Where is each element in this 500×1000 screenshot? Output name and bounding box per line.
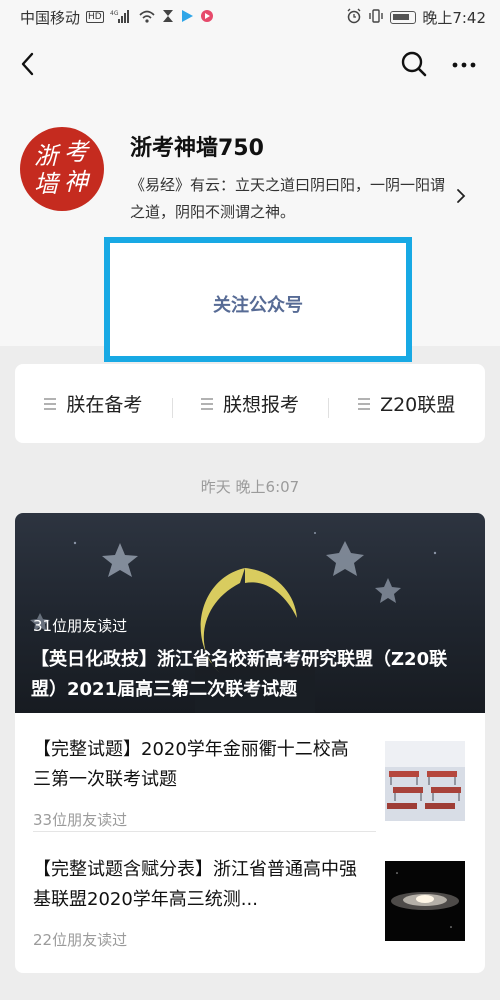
menu-item-apply[interactable]: 朕想报考	[171, 390, 329, 418]
account-profile: 浙 考 墙 神 浙考神墙750 《易经》有云：立天之道曰阴曰阳，一阴一阳谓之道，…	[0, 94, 500, 362]
vibrate-icon	[368, 8, 384, 27]
article-thumbnail	[385, 741, 465, 821]
menu-item-z20[interactable]: Z20联盟	[328, 390, 485, 418]
main-article-title: 【英日化政技】浙江省名校新高考研究联盟（Z20联盟）2021届高三第二次联考试题	[31, 649, 448, 700]
menu-item-label: 朕在备考	[66, 394, 143, 416]
chevron-left-icon[interactable]	[14, 48, 46, 80]
nav-bar	[0, 34, 500, 94]
menu-list-icon	[201, 395, 213, 413]
alarm-icon	[346, 8, 362, 27]
article-reads: 33位朋友读过	[33, 811, 128, 829]
search-icon[interactable]	[398, 48, 430, 80]
menu-item-label: 朕想报考	[223, 394, 300, 416]
status-right: 晚上7:42	[346, 7, 486, 28]
account-menu: 朕在备考 朕想报考 Z20联盟	[15, 364, 485, 443]
hd-badge: HD	[86, 11, 104, 23]
article-title: 【完整试题】2020学年金丽衢十二校高三第一次联考试题	[33, 739, 349, 790]
svg-text:4G: 4G	[110, 10, 119, 17]
article-reads: 22位朋友读过	[33, 931, 128, 949]
avatar-char: 墙	[34, 170, 58, 198]
menu-list-icon	[44, 395, 57, 413]
menu-item-preparing[interactable]: 朕在备考	[15, 390, 172, 417]
account-name: 浙考神墙750	[130, 136, 264, 161]
main-article-reads: 31位朋友读过	[33, 617, 128, 635]
menu-item-label: Z20联盟	[380, 394, 456, 416]
battery-icon	[390, 10, 417, 24]
highlight-notch	[122, 237, 382, 243]
hourglass-icon	[162, 9, 174, 26]
status-left: 中国移动 HD 4G	[20, 7, 214, 28]
status-bar: 中国移动 HD 4G 晚上7:42	[0, 0, 500, 34]
carrier-label: 中国移动	[20, 8, 81, 27]
article-thumbnail	[385, 861, 465, 941]
avatar[interactable]: 浙 考 墙 神	[20, 127, 104, 211]
message-timestamp: 昨天 晚上6:07	[200, 478, 300, 496]
chevron-right-icon[interactable]	[454, 186, 468, 206]
list-item[interactable]: 【完整试题含赋分表】浙江省普通高中强基联盟2020学年高三统测... 22位朋友…	[33, 855, 467, 965]
clock-label: 晚上7:42	[422, 8, 486, 27]
list-item[interactable]: 【完整试题】2020学年金丽衢十二校高三第一次联考试题 33位朋友读过	[33, 735, 467, 845]
more-icon[interactable]	[448, 48, 480, 80]
avatar-char: 浙	[34, 142, 58, 170]
article-title: 【完整试题含赋分表】浙江省普通高中强基联盟2020学年高三统测...	[33, 859, 357, 910]
video-app-icon	[180, 9, 194, 26]
article-card: 31位朋友读过 【英日化政技】浙江省名校新高考研究联盟（Z20联盟）2021届高…	[15, 513, 485, 973]
avatar-char: 神	[64, 168, 88, 196]
main-article-cover[interactable]: 31位朋友读过 【英日化政技】浙江省名校新高考研究联盟（Z20联盟）2021届高…	[15, 513, 485, 713]
follow-highlight-box: 关注公众号	[104, 237, 412, 362]
signal-icon: 4G	[110, 9, 132, 26]
menu-list-icon	[358, 395, 371, 413]
music-app-icon	[200, 9, 214, 26]
account-description[interactable]: 《易经》有云：立天之道曰阴曰阳，一阴一阳谓之道，阴阳不测谓之神。	[130, 172, 450, 226]
follow-button[interactable]: 关注公众号	[110, 291, 406, 317]
avatar-char: 考	[64, 138, 88, 166]
wifi-icon	[138, 9, 156, 26]
list-divider	[33, 831, 376, 832]
